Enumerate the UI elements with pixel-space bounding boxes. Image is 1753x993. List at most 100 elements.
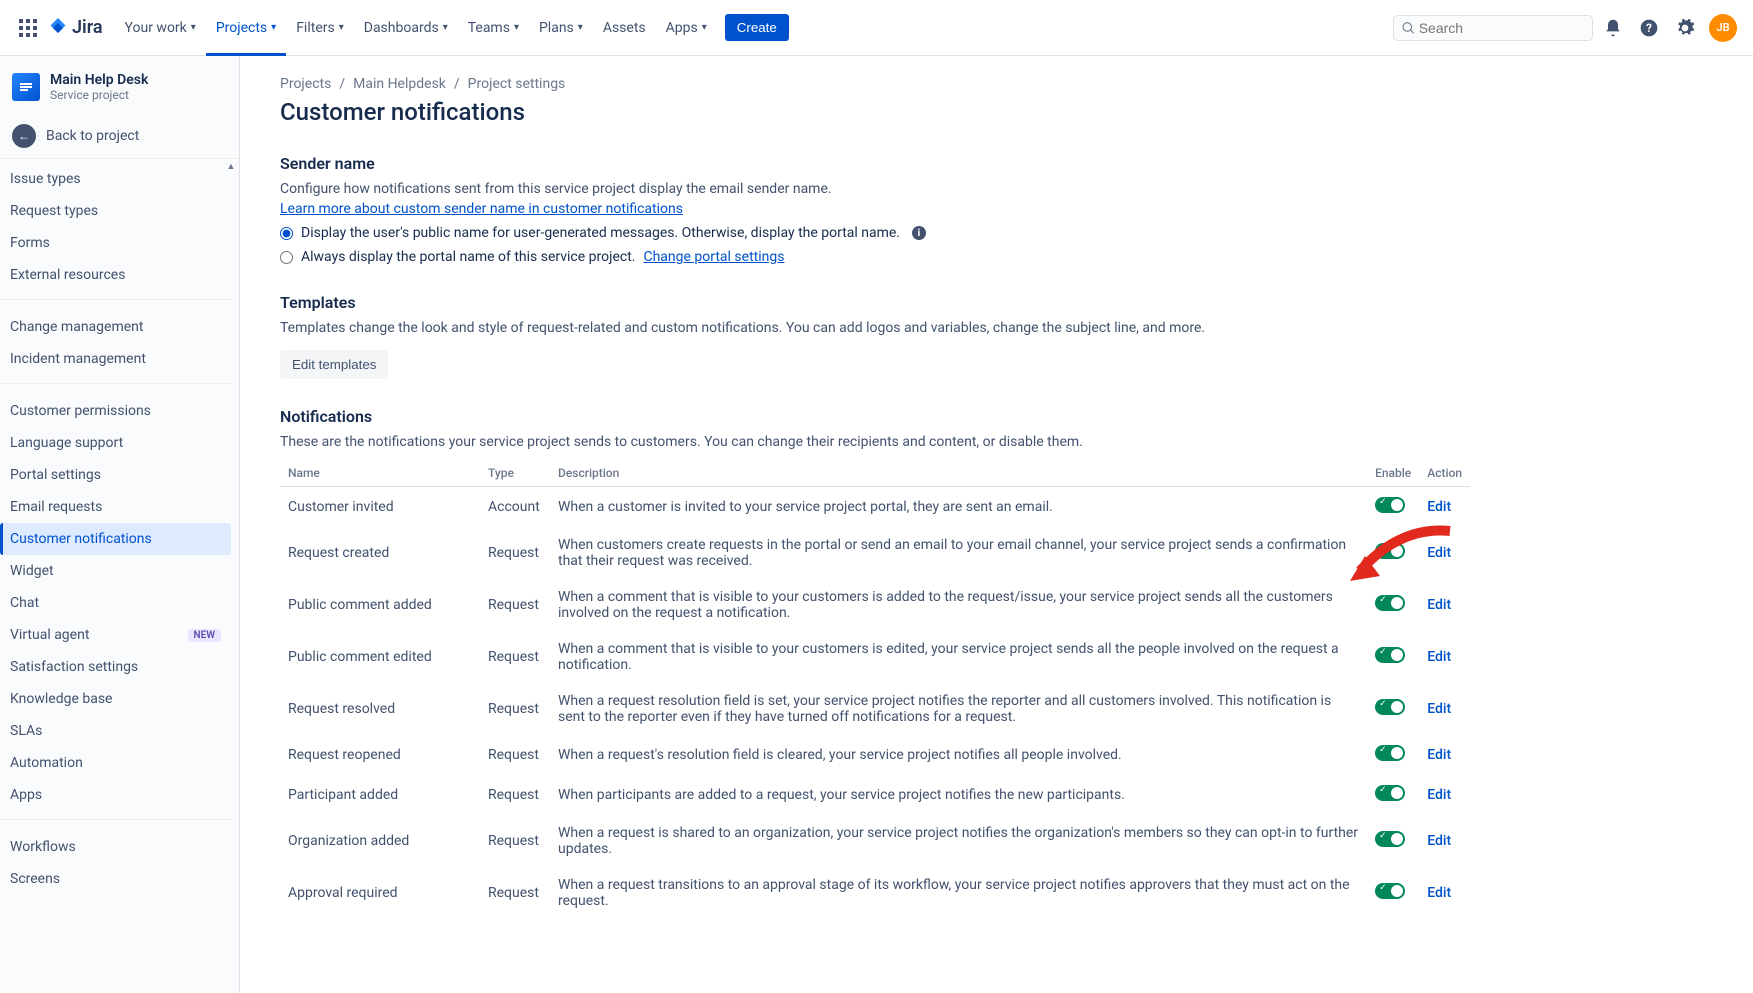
edit-link[interactable]: Edit (1427, 499, 1451, 515)
notif-desc: When a comment that is visible to your c… (550, 579, 1367, 631)
sidebar-item-knowledge-base[interactable]: Knowledge base (0, 683, 231, 715)
sidebar-item-label: Apps (10, 787, 42, 803)
change-portal-settings-link[interactable]: Change portal settings (643, 249, 784, 265)
sidebar-item-change-management[interactable]: Change management (0, 311, 231, 343)
sender-learn-more-link[interactable]: Learn more about custom sender name in c… (280, 201, 683, 217)
breadcrumb-main-helpdesk[interactable]: Main Helpdesk (353, 76, 446, 92)
sender-radio-1[interactable] (280, 227, 293, 240)
edit-link[interactable]: Edit (1427, 545, 1451, 561)
page-title: Customer notifications (280, 98, 1470, 126)
chevron-down-icon: ▾ (339, 22, 344, 33)
nav-link-your-work[interactable]: Your work▾ (115, 12, 206, 44)
sidebar-item-portal-settings[interactable]: Portal settings (0, 459, 231, 491)
back-label: Back to project (46, 128, 139, 144)
sidebar-item-forms[interactable]: Forms (0, 227, 231, 259)
help-icon[interactable]: ? (1633, 12, 1665, 44)
col-description: Description (550, 460, 1367, 487)
enable-toggle[interactable] (1375, 647, 1405, 663)
table-row: Public comment addedRequestWhen a commen… (280, 579, 1470, 631)
enable-toggle[interactable] (1375, 745, 1405, 761)
back-to-project[interactable]: ← Back to project (0, 114, 239, 158)
nav-link-apps[interactable]: Apps▾ (656, 12, 717, 44)
user-avatar[interactable]: JB (1709, 14, 1737, 42)
breadcrumb-projects[interactable]: Projects (280, 76, 331, 92)
enable-toggle[interactable] (1375, 497, 1405, 513)
sidebar-item-widget[interactable]: Widget (0, 555, 231, 587)
sidebar-item-automation[interactable]: Automation (0, 747, 231, 779)
sidebar-item-screens[interactable]: Screens (0, 863, 231, 895)
notifications-icon[interactable] (1597, 12, 1629, 44)
sidebar-item-label: Chat (10, 595, 39, 611)
sidebar-item-satisfaction-settings[interactable]: Satisfaction settings (0, 651, 231, 683)
sidebar-item-issue-types[interactable]: Issue types (0, 163, 231, 195)
search-box[interactable] (1393, 15, 1593, 41)
sidebar-item-virtual-agent[interactable]: Virtual agentNEW (0, 619, 231, 651)
sidebar-item-chat[interactable]: Chat (0, 587, 231, 619)
nav-link-projects[interactable]: Projects▾ (206, 0, 286, 56)
edit-templates-button[interactable]: Edit templates (280, 350, 388, 379)
sidebar-item-label: Portal settings (10, 467, 101, 483)
sender-option-1[interactable]: Display the user's public name for user-… (280, 225, 1470, 241)
table-row: Request createdRequestWhen customers cre… (280, 527, 1470, 579)
settings-icon[interactable] (1669, 12, 1701, 44)
chevron-down-icon: ▾ (514, 22, 519, 33)
sender-desc: Configure how notifications sent from th… (280, 181, 1470, 197)
create-button[interactable]: Create (725, 14, 789, 41)
enable-toggle[interactable] (1375, 699, 1405, 715)
enable-toggle[interactable] (1375, 595, 1405, 611)
sidebar-scroll[interactable]: ▲ Issue types Request types Forms External … (0, 158, 239, 993)
enable-toggle[interactable] (1375, 831, 1405, 847)
scroll-up-icon[interactable]: ▲ (225, 161, 237, 172)
sidebar-item-email-requests[interactable]: Email requests (0, 491, 231, 523)
enable-toggle[interactable] (1375, 883, 1405, 899)
edit-link[interactable]: Edit (1427, 885, 1451, 901)
jira-logo[interactable]: Jira (48, 17, 103, 38)
nav-link-filters[interactable]: Filters▾ (286, 12, 354, 44)
sidebar-item-customer-permissions[interactable]: Customer permissions (0, 395, 231, 427)
sender-name-section: Sender name Configure how notifications … (280, 154, 1470, 265)
table-row: Request reopenedRequestWhen a request's … (280, 735, 1470, 775)
sidebar-item-incident-management[interactable]: Incident management (0, 343, 231, 375)
app-switcher-icon[interactable] (16, 16, 40, 40)
sidebar-item-label: SLAs (10, 723, 42, 739)
enable-toggle[interactable] (1375, 543, 1405, 559)
sidebar-item-slas[interactable]: SLAs (0, 715, 231, 747)
sidebar-item-external-resources[interactable]: External resources (0, 259, 231, 291)
sidebar-item-label: Automation (10, 755, 83, 771)
edit-link[interactable]: Edit (1427, 833, 1451, 849)
sidebar-item-label: Request types (10, 203, 98, 219)
nav-link-assets[interactable]: Assets (593, 12, 656, 44)
sidebar-item-language-support[interactable]: Language support (0, 427, 231, 459)
sidebar-item-request-types[interactable]: Request types (0, 195, 231, 227)
nav-link-teams[interactable]: Teams▾ (458, 12, 529, 44)
enable-toggle[interactable] (1375, 785, 1405, 801)
edit-link[interactable]: Edit (1427, 597, 1451, 613)
sidebar-items: Issue types Request types Forms External re… (0, 159, 239, 895)
nav-link-dashboards[interactable]: Dashboards▾ (354, 12, 458, 44)
table-row: Public comment editedRequestWhen a comme… (280, 631, 1470, 683)
sidebar-item-apps[interactable]: Apps (0, 779, 231, 811)
notif-type: Request (480, 527, 550, 579)
edit-link[interactable]: Edit (1427, 649, 1451, 665)
sidebar-item-customer-notifications[interactable]: Customer notifications (0, 523, 231, 555)
table-row: Participant addedRequestWhen participant… (280, 775, 1470, 815)
notif-name: Customer invited (280, 487, 480, 528)
nav-links: Your work▾Projects▾Filters▾Dashboards▾Te… (115, 0, 717, 56)
notif-desc: When a request resolution field is set, … (550, 683, 1367, 735)
sidebar-item-label: Incident management (10, 351, 146, 367)
project-header: Main Help Desk Service project (0, 56, 239, 114)
breadcrumb-project-settings[interactable]: Project settings (468, 76, 566, 92)
chevron-down-icon: ▾ (271, 22, 276, 33)
project-name: Main Help Desk (50, 72, 148, 88)
sender-radio-2[interactable] (280, 251, 293, 264)
edit-link[interactable]: Edit (1427, 747, 1451, 763)
info-icon[interactable]: i (912, 226, 926, 240)
nav-link-plans[interactable]: Plans▾ (529, 12, 593, 44)
edit-link[interactable]: Edit (1427, 787, 1451, 803)
sidebar-item-workflows[interactable]: Workflows (0, 831, 231, 863)
edit-link[interactable]: Edit (1427, 701, 1451, 717)
sender-option-2[interactable]: Always display the portal name of this s… (280, 249, 1470, 265)
search-input[interactable] (1419, 20, 1584, 36)
sidebar-item-label: Forms (10, 235, 50, 251)
logo-text: Jira (72, 17, 103, 38)
